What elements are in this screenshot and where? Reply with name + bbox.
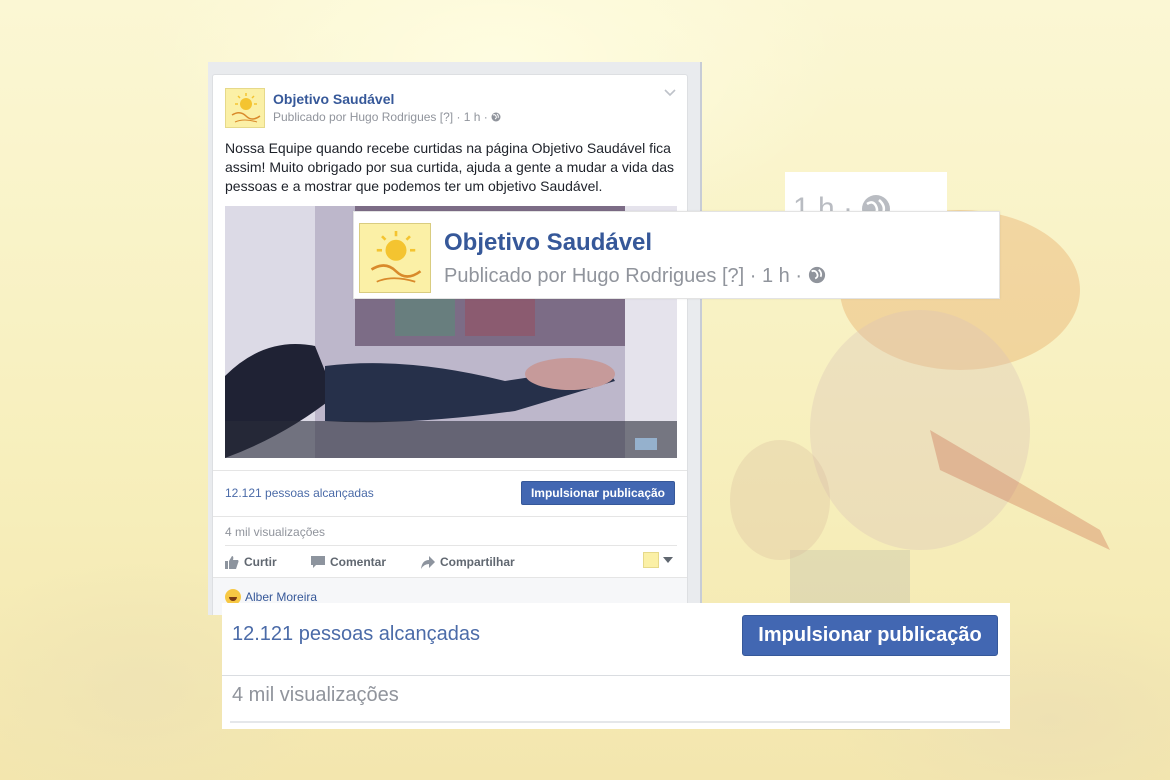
page-name-link[interactable]: Objetivo Saudável xyxy=(273,91,394,107)
reach-link[interactable]: 12.121 pessoas alcançadas xyxy=(225,486,374,500)
sun-logo-icon xyxy=(231,93,261,123)
share-button[interactable]: Compartilhar xyxy=(421,555,515,569)
like-icon xyxy=(225,555,239,569)
page-avatar[interactable] xyxy=(225,88,265,128)
reactor-name[interactable]: Alber Moreira xyxy=(245,590,317,604)
like-label: Curtir xyxy=(244,555,277,569)
globe-icon xyxy=(808,266,825,284)
divider xyxy=(230,721,1000,723)
page-avatar-zoomed xyxy=(359,223,431,293)
insights-row: 12.121 pessoas alcançadas Impulsionar pu… xyxy=(213,470,687,517)
comment-label: Comentar xyxy=(330,555,387,569)
share-icon xyxy=(421,555,435,569)
divider xyxy=(222,675,1010,676)
byline-zoomed: Publicado por Hugo Rodrigues [?] · 1 h · xyxy=(444,265,826,288)
comment-button[interactable]: Comentar xyxy=(311,555,386,569)
views-zoomed: 4 mil visualizações xyxy=(232,684,399,706)
boost-post-button[interactable]: Impulsionar publicação xyxy=(520,481,675,505)
byline-text: Publicado por Hugo Rodrigues [?] · 1 h · xyxy=(273,110,488,124)
post-panel: Objetivo Saudável Publicado por Hugo Rod… xyxy=(208,62,702,615)
post-card: Objetivo Saudável Publicado por Hugo Rod… xyxy=(212,74,688,615)
view-count[interactable]: 4 mil visualizações xyxy=(225,525,325,539)
sun-logo-icon xyxy=(370,231,422,283)
post-message: Nossa Equipe quando recebe curtidas na p… xyxy=(225,140,675,194)
boost-button-zoomed: Impulsionar publicação xyxy=(742,615,998,656)
byline-zoomed-text: Publicado por Hugo Rodrigues [?] · 1 h · xyxy=(444,265,802,287)
action-bar: Curtir Comentar Compartilhar xyxy=(225,545,677,577)
post-byline: Publicado por Hugo Rodrigues [?] · 1 h · xyxy=(273,110,501,124)
share-label: Compartilhar xyxy=(440,555,515,569)
comment-icon xyxy=(311,555,325,568)
caret-down-icon xyxy=(663,557,673,563)
globe-icon[interactable] xyxy=(491,112,501,122)
zoom-callout-insights: 12.121 pessoas alcançadas Impulsionar pu… xyxy=(222,603,1010,729)
reach-zoomed: 12.121 pessoas alcançadas xyxy=(232,623,480,645)
page-name-zoomed: Objetivo Saudável xyxy=(444,229,653,256)
like-button[interactable]: Curtir xyxy=(225,555,277,569)
zoom-callout-header: Objetivo Saudável Publicado por Hugo Rod… xyxy=(353,211,1000,299)
chevron-down-icon[interactable] xyxy=(663,88,677,98)
page-mini-avatar xyxy=(643,552,659,568)
post-as-selector[interactable] xyxy=(643,552,673,568)
